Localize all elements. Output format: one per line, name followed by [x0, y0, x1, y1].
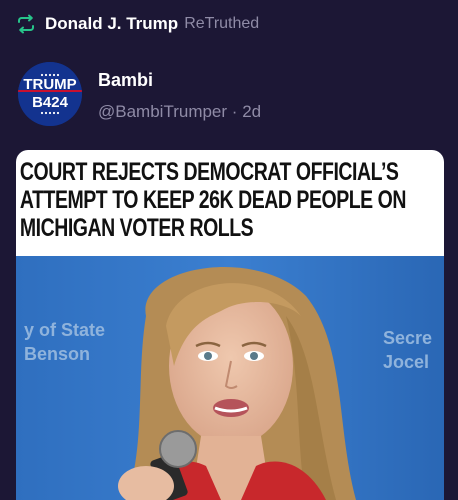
backdrop-sign-left: y of State Benson	[24, 318, 105, 366]
headline: COURT REJECTS DEMOCRAT OFFICIAL’S ATTEMP…	[16, 158, 407, 242]
handle-row: @BambiTrumper · 2d	[98, 102, 261, 122]
meta-separator: ·	[231, 102, 238, 121]
backdrop-sign-right: Secre Jocel	[383, 326, 432, 374]
display-name[interactable]: Bambi	[98, 70, 153, 91]
post-media-card[interactable]: COURT REJECTS DEMOCRAT OFFICIAL’S ATTEMP…	[16, 150, 444, 500]
trump-b424-avatar: TRUMP B424	[18, 62, 82, 126]
post-age: 2d	[242, 102, 262, 121]
avatar-text-bottom: B424	[32, 94, 69, 111]
user-handle[interactable]: @BambiTrumper	[98, 102, 227, 121]
woman-speaking-photo	[16, 256, 444, 500]
headline-line: COURT REJECTS DEMOCRAT OFFICIAL’S	[19, 158, 399, 186]
avatar-text-top: TRUMP	[23, 76, 76, 93]
headline-line: MICHIGAN VOTER ROLLS	[19, 214, 254, 242]
retruth-label: ReTruthed	[184, 15, 260, 32]
headline-line: ATTEMPT TO KEEP 26K DEAD PEOPLE ON	[19, 186, 407, 214]
retruth-icon	[18, 14, 34, 34]
backdrop-text-line: Secre	[383, 328, 433, 348]
backdrop-text-line: Jocel	[383, 352, 430, 372]
retruth-header: Donald J. Trump ReTruthed	[16, 12, 259, 36]
backdrop-text-line: Benson	[24, 344, 91, 364]
retruth-user-name[interactable]: Donald J. Trump	[45, 14, 178, 34]
backdrop-text-line: y of State	[24, 320, 106, 340]
avatar[interactable]: TRUMP B424	[18, 62, 82, 126]
news-photo: y of State Benson Secre Jocel	[16, 256, 444, 500]
